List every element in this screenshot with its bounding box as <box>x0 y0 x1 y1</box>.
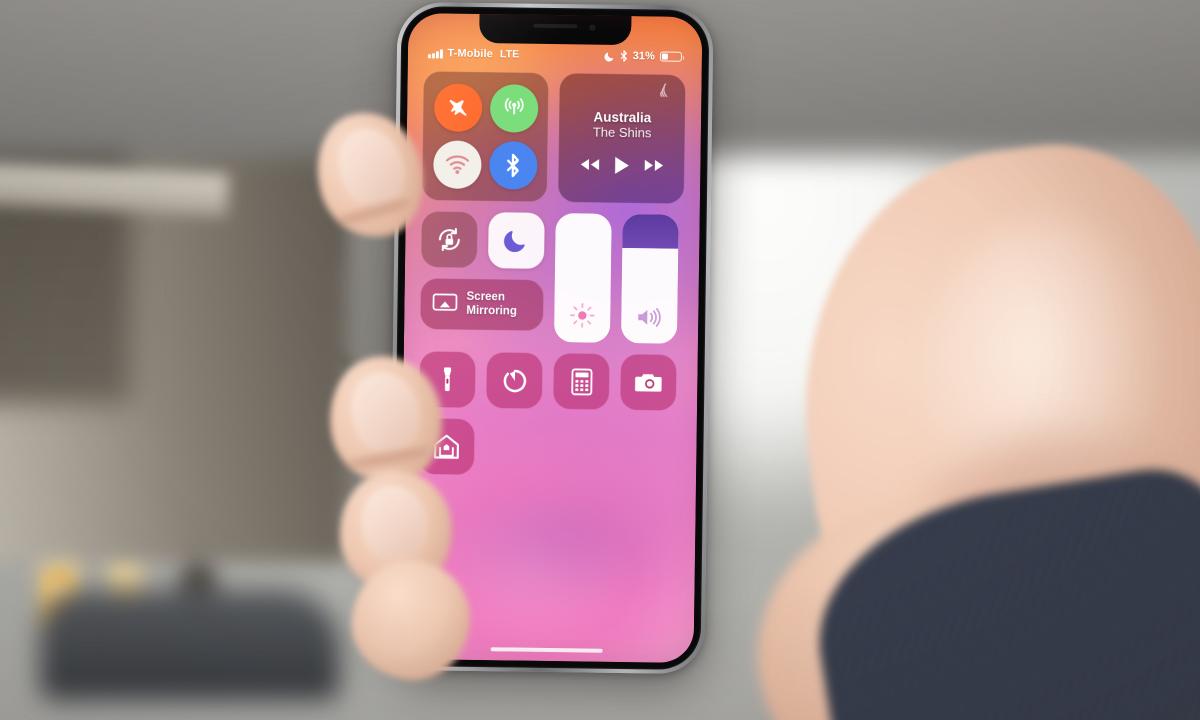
cellular-icon <box>504 97 524 115</box>
volume-slider[interactable] <box>620 213 679 344</box>
brightness-icon <box>570 303 595 328</box>
rotation-lock-icon <box>438 228 460 252</box>
bluetooth-icon <box>620 50 627 62</box>
status-bar: T-Mobile LTE 31% <box>408 43 702 67</box>
calculator-icon <box>570 368 592 395</box>
control-center-row-2: Screen Mirroring <box>420 211 684 344</box>
volume-icon <box>638 308 661 327</box>
flashlight-icon <box>443 367 452 392</box>
earpiece-speaker-icon <box>533 23 578 29</box>
cellular-data-toggle[interactable] <box>489 83 539 133</box>
rotation-lock-toggle[interactable] <box>420 211 478 268</box>
connectivity-module[interactable] <box>421 71 550 202</box>
airplane-mode-toggle[interactable] <box>433 83 483 132</box>
shortcuts-row-1 <box>419 351 682 411</box>
play-icon[interactable] <box>613 156 630 175</box>
rewind-icon[interactable] <box>579 158 600 172</box>
notch <box>479 12 632 46</box>
shortcuts-row-2 <box>418 418 681 478</box>
middle-left-column: Screen Mirroring <box>420 211 545 342</box>
calculator-tile[interactable] <box>553 353 610 410</box>
brightness-slider[interactable] <box>553 213 612 343</box>
battery-percent-label: 31% <box>632 50 656 63</box>
screen-mirroring-label-line2: Mirroring <box>466 304 517 318</box>
track-artist: The Shins <box>592 124 652 141</box>
bluetooth-icon <box>506 154 519 178</box>
moon-icon <box>504 231 525 252</box>
camera-tile[interactable] <box>620 353 677 411</box>
status-bar-left: T-Mobile LTE <box>427 47 520 61</box>
airplay-icon[interactable] <box>659 83 674 98</box>
wifi-toggle[interactable] <box>432 140 482 190</box>
fast-forward-icon[interactable] <box>643 158 664 172</box>
status-bar-right: 31% <box>604 50 683 63</box>
transport-controls <box>570 155 674 175</box>
timer-icon <box>503 369 526 392</box>
control-center: Australia The Shins Screen Mirroring <box>402 71 702 478</box>
screen-mirroring-icon <box>432 293 458 311</box>
phone-screen[interactable]: T-Mobile LTE 31% Australia The Shins Scr… <box>399 12 703 664</box>
airplane-icon <box>449 99 467 116</box>
moon-icon <box>604 52 613 61</box>
volume-track-unfilled <box>622 213 679 249</box>
do-not-disturb-toggle[interactable] <box>487 212 545 269</box>
screen-mirroring-tile[interactable]: Screen Mirroring <box>420 278 544 331</box>
bluetooth-toggle[interactable] <box>488 141 538 191</box>
now-playing-card[interactable]: Australia The Shins <box>558 73 686 204</box>
network-type-label: LTE <box>499 48 520 61</box>
control-center-row-1: Australia The Shins <box>421 71 686 204</box>
home-indicator[interactable] <box>490 646 603 653</box>
toggle-pair <box>420 211 545 269</box>
front-camera-icon <box>589 24 596 31</box>
battery-icon <box>659 51 683 63</box>
track-title: Australia <box>593 109 652 126</box>
wifi-icon <box>445 155 469 175</box>
carrier-label: T-Mobile <box>447 47 493 61</box>
timer-tile[interactable] <box>486 352 543 409</box>
screen-mirroring-label-line1: Screen <box>466 290 506 304</box>
camera-icon <box>635 373 662 392</box>
screen-mirroring-label: Screen Mirroring <box>466 291 517 319</box>
cellular-signal-icon <box>427 49 443 58</box>
